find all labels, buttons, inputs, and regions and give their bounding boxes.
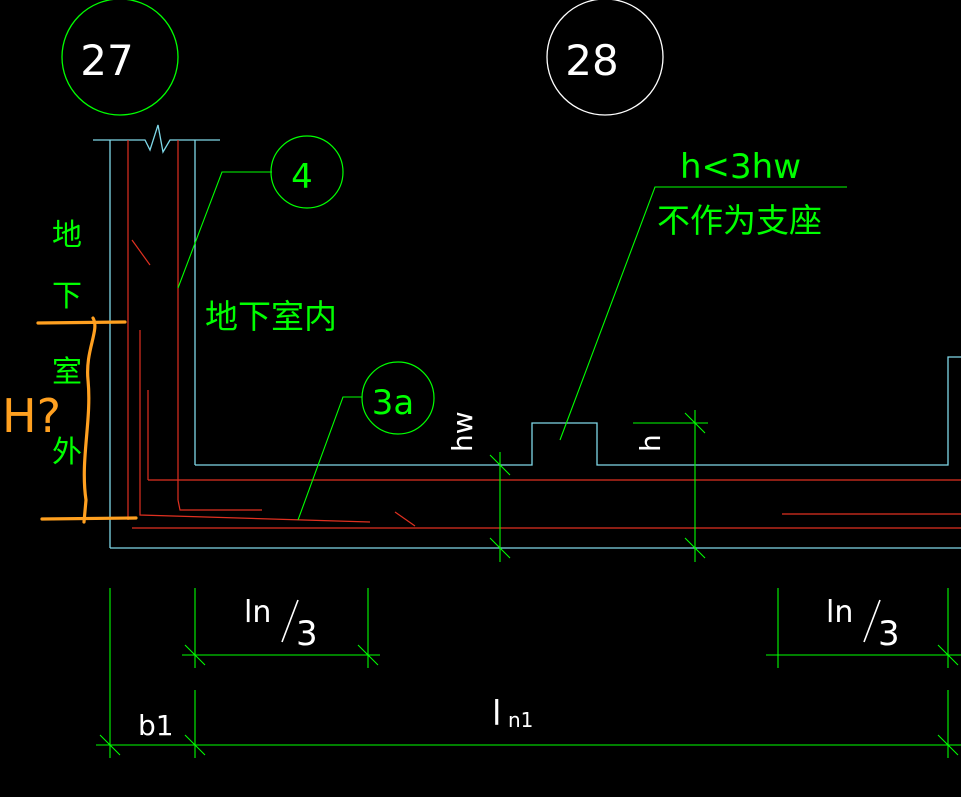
hw-dimension xyxy=(489,452,511,562)
rebar-tag-3a: 3a xyxy=(361,361,435,435)
ln1-main: l xyxy=(492,694,501,734)
wall-outline xyxy=(93,124,961,549)
condition-description: 不作为支座 xyxy=(657,201,822,240)
axis-label-27: 27 xyxy=(80,36,133,85)
ln-third-left-numerator: ln xyxy=(244,595,271,630)
ln-third-right-label: ln 3 xyxy=(826,595,900,654)
ln-third-left-label: ln 3 xyxy=(244,595,318,654)
drawing-canvas: 27 28 4 3a h<3hw 不作为支座 地下室内 地 下 室 外 hw h… xyxy=(0,0,961,797)
h-label: h xyxy=(634,434,667,452)
hw-label: hw xyxy=(446,411,479,452)
ln1-label: l n1 xyxy=(492,694,533,734)
rebar-tag-4-label: 4 xyxy=(291,157,313,197)
h-dimension xyxy=(633,410,708,562)
outdoor-char-3: 室 xyxy=(52,355,82,390)
ln-third-right-dimension xyxy=(766,588,961,668)
condition-note: h<3hw xyxy=(680,147,801,187)
rebar-tag-3a-label: 3a xyxy=(372,383,414,423)
indoor-basement-label: 地下室内 xyxy=(205,297,337,336)
rebar-tag-4: 4 xyxy=(270,135,344,209)
outdoor-char-2: 下 xyxy=(52,279,82,314)
ln-third-right-denominator: 3 xyxy=(878,614,900,654)
axis-label-28: 28 xyxy=(565,36,618,85)
ln-third-left-dimension xyxy=(182,588,380,668)
ln-third-right-numerator: ln xyxy=(826,595,853,630)
axis-bubble-27: 27 xyxy=(61,0,179,116)
axis-bubble-28: 28 xyxy=(546,0,664,116)
b1-label: b1 xyxy=(138,709,174,742)
height-question-label: H? xyxy=(2,389,61,443)
outdoor-char-1: 地 xyxy=(52,218,82,253)
ln-third-left-denominator: 3 xyxy=(296,614,318,654)
ln1-subscript: n1 xyxy=(508,708,533,732)
